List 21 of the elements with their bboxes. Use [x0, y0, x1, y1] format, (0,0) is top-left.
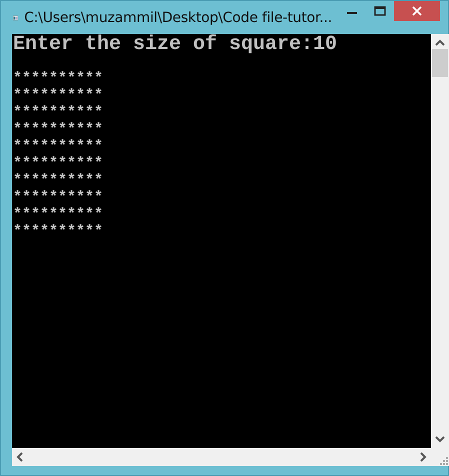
scroll-left-icon[interactable] — [16, 452, 24, 462]
close-button[interactable] — [394, 1, 440, 21]
console-prompt: Enter the size of square:10 — [13, 36, 338, 53]
console-line: ********** — [13, 189, 104, 206]
console-line: ********** — [13, 223, 104, 240]
console-line: ********** — [13, 121, 104, 138]
console-line: ********** — [13, 70, 104, 87]
scroll-up-icon[interactable] — [435, 39, 445, 47]
maximize-icon — [374, 6, 386, 16]
console-line: ********** — [13, 87, 104, 104]
scroll-right-icon[interactable] — [419, 452, 427, 462]
console-line: ********** — [13, 172, 104, 189]
console-line: ********** — [13, 104, 104, 121]
scroll-down-icon[interactable] — [435, 435, 445, 443]
console-line: ********** — [13, 138, 104, 155]
close-icon — [412, 6, 422, 16]
resize-grip-icon[interactable] — [439, 456, 449, 466]
console-line: ********** — [13, 206, 104, 223]
console-line: ********** — [13, 155, 104, 172]
window-title: C:\Users\muzammil\Desktop\Code file-tutor... — [24, 10, 332, 26]
scrollbar-thumb[interactable] — [432, 49, 448, 77]
